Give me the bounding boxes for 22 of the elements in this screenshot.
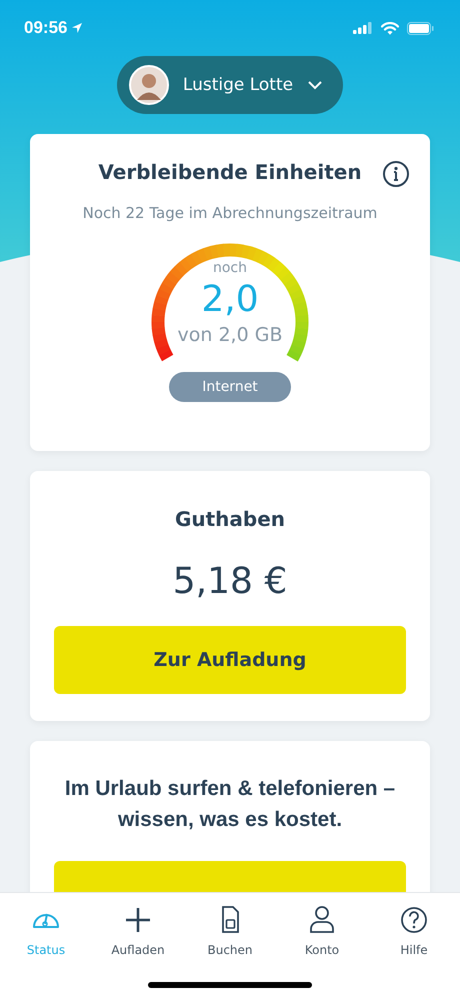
signal-icon bbox=[353, 22, 373, 34]
billing-period-text: Noch 22 Tage im Abrechnungszeitraum bbox=[82, 204, 378, 222]
total-volume: von 2,0 GB bbox=[178, 324, 282, 346]
info-icon[interactable] bbox=[382, 160, 410, 188]
status-time: 09:56 bbox=[24, 18, 68, 38]
remaining-value: 2,0 bbox=[201, 278, 259, 322]
wifi-icon bbox=[381, 22, 399, 34]
avatar-icon bbox=[128, 65, 169, 105]
location-arrow-icon bbox=[71, 22, 84, 34]
profile-switcher[interactable]: Lustige Lotte bbox=[116, 56, 344, 114]
tab-item[interactable]: Hilfe bbox=[374, 903, 454, 957]
card-title: Guthaben bbox=[174, 507, 286, 531]
tab-item[interactable]: Buchen bbox=[190, 903, 270, 957]
roaming-text: Im Urlaub surfen & telefonieren – wissen, was es kostet. bbox=[64, 776, 396, 833]
battery-icon bbox=[407, 22, 434, 34]
balance-amount: 5,18 € bbox=[172, 561, 288, 602]
gauge-label: noch bbox=[212, 260, 247, 276]
card-title: Verbleibende Einheiten bbox=[98, 160, 362, 184]
tab-item[interactable]: Aufladen bbox=[98, 903, 178, 957]
chevron-down-icon bbox=[307, 80, 324, 90]
tab-item[interactable]: Konto bbox=[282, 903, 362, 957]
top-up-button[interactable]: Zur Aufladung bbox=[54, 626, 406, 694]
